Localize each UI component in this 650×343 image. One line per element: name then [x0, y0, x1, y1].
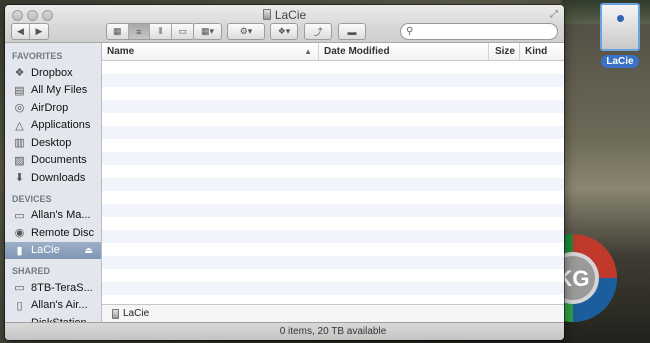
column-view-button[interactable]: ⫴ [150, 24, 172, 39]
sidebar-heading-shared: SHARED [12, 266, 51, 276]
drive-icon [112, 308, 119, 319]
dropbox-icon: ❖▾ [277, 26, 291, 36]
window-title-text: LaCie [274, 8, 307, 22]
view-mode-control: ▦ ≡ ⫴ ▭ [106, 23, 195, 40]
sidebar-item-label: Applications [31, 119, 91, 132]
sidebar-heading-favorites: FAVORITES [12, 51, 63, 61]
column-kind[interactable]: Kind [520, 43, 564, 60]
column-headers: Name ▲ Date Modified Size Kind [102, 43, 564, 61]
sidebar-item-remote-disc[interactable]: ◉ Remote Disc [5, 224, 101, 242]
drive-icon [262, 9, 271, 20]
path-bar-item[interactable]: LaCie [123, 308, 149, 319]
forward-button[interactable]: ▶ [30, 24, 48, 39]
sidebar-item-label: Dropbox [31, 66, 73, 79]
computer-icon: ▭ [14, 209, 25, 222]
sidebar-item-allan-s-ma[interactable]: ▭ Allan's Ma... [5, 207, 101, 225]
search-field[interactable]: ⚲ [400, 23, 558, 40]
action-button[interactable]: ⚙▾ [227, 23, 265, 40]
desktop-drive-label: LaCie [601, 55, 639, 68]
file-list: Name ▲ Date Modified Size Kind LaCie [102, 43, 564, 322]
window-title: LaCie [5, 8, 564, 22]
sidebar-item-downloads[interactable]: ⬇ Downloads [5, 169, 101, 187]
documents-icon: ▨ [14, 154, 25, 167]
arrange-icon: ▦▾ [200, 26, 215, 36]
airdrop-icon: ◎ [14, 102, 25, 115]
column-name-label: Name [107, 46, 135, 57]
sidebar: FAVORITES ❖ Dropbox ▤ All My Files ◎ AirDrop △ A… [5, 43, 102, 340]
column-size-label: Size [494, 46, 515, 57]
list-view-button[interactable]: ≡ [128, 24, 151, 39]
column-name[interactable]: Name ▲ [102, 43, 319, 60]
applications-icon: △ [15, 119, 24, 132]
sidebar-heading-devices: DEVICES [12, 193, 52, 204]
network-computer-icon: ▯ [16, 299, 23, 312]
status-bar: 0 items, 20 TB available [5, 322, 564, 340]
desktop-drive-icon [600, 3, 640, 51]
sidebar-item-label: Desktop [31, 136, 72, 149]
desktop-drive-lacie[interactable]: LaCie [596, 3, 644, 68]
sort-ascending-icon: ▲ [304, 47, 312, 56]
back-button[interactable]: ◀ [12, 24, 31, 39]
tag-icon: ▬ [347, 26, 357, 37]
column-size[interactable]: Size [489, 43, 520, 60]
title-bar: LaCie ⤢ ◀ ▶ ▦ ≡ ⫴ ▭ ▦▾ ⚙▾ ❖▾ ⤴ ▬ ⚲ [5, 5, 564, 43]
tags-button[interactable]: ▬ [338, 23, 366, 40]
icon-view-button[interactable]: ▦ [107, 24, 129, 39]
gear-icon: ⚙▾ [239, 26, 253, 36]
search-icon: ⚲ [406, 26, 414, 37]
sidebar-item-label: All My Files [31, 84, 88, 97]
sidebar-item-label: 8TB-TeraS... [31, 281, 93, 294]
path-bar: LaCie [102, 304, 564, 322]
downloads-icon: ⬇ [14, 172, 25, 185]
back-forward-control: ◀ ▶ [11, 23, 49, 40]
sidebar-item-label: AirDrop [31, 101, 69, 114]
sidebar-item-label: Remote Disc [31, 226, 94, 239]
column-kind-label: Kind [525, 46, 548, 57]
sidebar-item-label: Allan's Ma... [31, 209, 91, 222]
sidebar-item-label: Allan's Air... [31, 299, 88, 312]
cover-flow-button[interactable]: ▭ [172, 24, 194, 39]
arrange-button[interactable]: ▦▾ [193, 23, 222, 40]
fullscreen-icon[interactable]: ⤢ [550, 9, 558, 20]
share-button[interactable]: ⤴ [304, 23, 332, 40]
column-date-label: Date Modified [324, 46, 390, 57]
finder-window: LaCie ⤢ ◀ ▶ ▦ ≡ ⫴ ▭ ▦▾ ⚙▾ ❖▾ ⤴ ▬ ⚲ FAVOR… [5, 5, 564, 340]
sidebar-item-label: Documents [31, 154, 87, 167]
dropbox-toolbar-button[interactable]: ❖▾ [270, 23, 298, 40]
dropbox-icon: ❖ [14, 67, 25, 80]
desktop-icon: ▥ [14, 137, 25, 150]
status-text: 0 items, 20 TB available [279, 326, 387, 337]
sidebar-item-dropbox[interactable]: ❖ Dropbox [5, 64, 101, 82]
eject-icon[interactable]: ⏏ [84, 245, 93, 256]
sidebar-item-label: Downloads [31, 171, 86, 184]
sidebar-item-8tb-teras[interactable]: ▭ 8TB-TeraS... [5, 279, 101, 297]
search-input[interactable] [416, 26, 547, 37]
sidebar-item-applications[interactable]: △ Applications [5, 117, 101, 135]
column-date-modified[interactable]: Date Modified [319, 43, 489, 60]
share-icon: ⤴ [313, 27, 323, 37]
sidebar-item-label: LaCie [31, 244, 60, 257]
sidebar-item-airdrop[interactable]: ◎ AirDrop [5, 99, 101, 117]
sidebar-item-allan-s-air[interactable]: ▯ Allan's Air... [5, 297, 101, 315]
sidebar-item-documents[interactable]: ▨ Documents [5, 152, 101, 170]
sidebar-item-all-my-files[interactable]: ▤ All My Files [5, 82, 101, 100]
sidebar-item-lacie[interactable]: ▮ LaCie ⏏ [5, 241, 101, 259]
all-files-icon: ▤ [14, 84, 25, 97]
drive-icon: ▮ [16, 244, 23, 257]
disc-icon: ◉ [14, 227, 25, 240]
file-rows-area[interactable] [102, 61, 564, 304]
network-display-icon: ▭ [14, 282, 25, 295]
sidebar-item-desktop[interactable]: ▥ Desktop [5, 134, 101, 152]
